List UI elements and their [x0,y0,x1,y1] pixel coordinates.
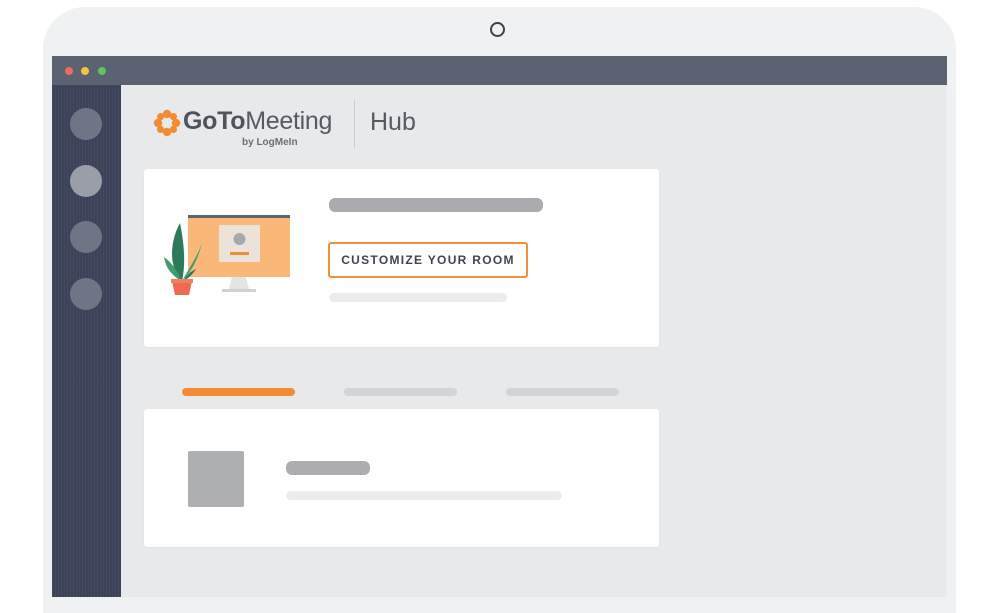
title-bar [52,56,947,85]
content-card [144,409,659,547]
sidebar-item-4[interactable] [70,278,102,310]
tab-1-active[interactable] [182,388,295,396]
sidebar [52,85,121,597]
room-title-placeholder [329,198,543,212]
close-window-button[interactable] [65,67,73,75]
camera-icon [490,22,505,37]
item-title-placeholder [286,461,370,475]
sidebar-item-1[interactable] [70,108,102,140]
tab-2[interactable] [344,388,457,396]
app-window: GoToMeeting by LogMeIn Hub CUSTOMIZE YOU… [52,56,947,597]
sidebar-item-2[interactable] [70,165,102,197]
logo-byline: by LogMeIn [242,137,298,148]
item-subtitle-placeholder [286,491,562,500]
room-subtitle-placeholder [329,293,507,302]
logo-wordmark: GoToMeeting [183,107,333,135]
tab-3[interactable] [506,388,619,396]
logo-flower-icon [153,109,181,137]
monitor-plant-illustration [164,215,290,295]
page-title: Hub [370,108,416,136]
sidebar-item-3[interactable] [70,221,102,253]
customize-room-button[interactable]: CUSTOMIZE YOUR ROOM [328,242,528,278]
room-card: CUSTOMIZE YOUR ROOM [144,169,659,347]
thumbnail-placeholder [188,451,244,507]
maximize-window-button[interactable] [98,67,106,75]
gotomeeting-logo: GoToMeeting by LogMeIn [153,104,353,152]
minimize-window-button[interactable] [81,67,89,75]
header-divider [354,100,355,148]
